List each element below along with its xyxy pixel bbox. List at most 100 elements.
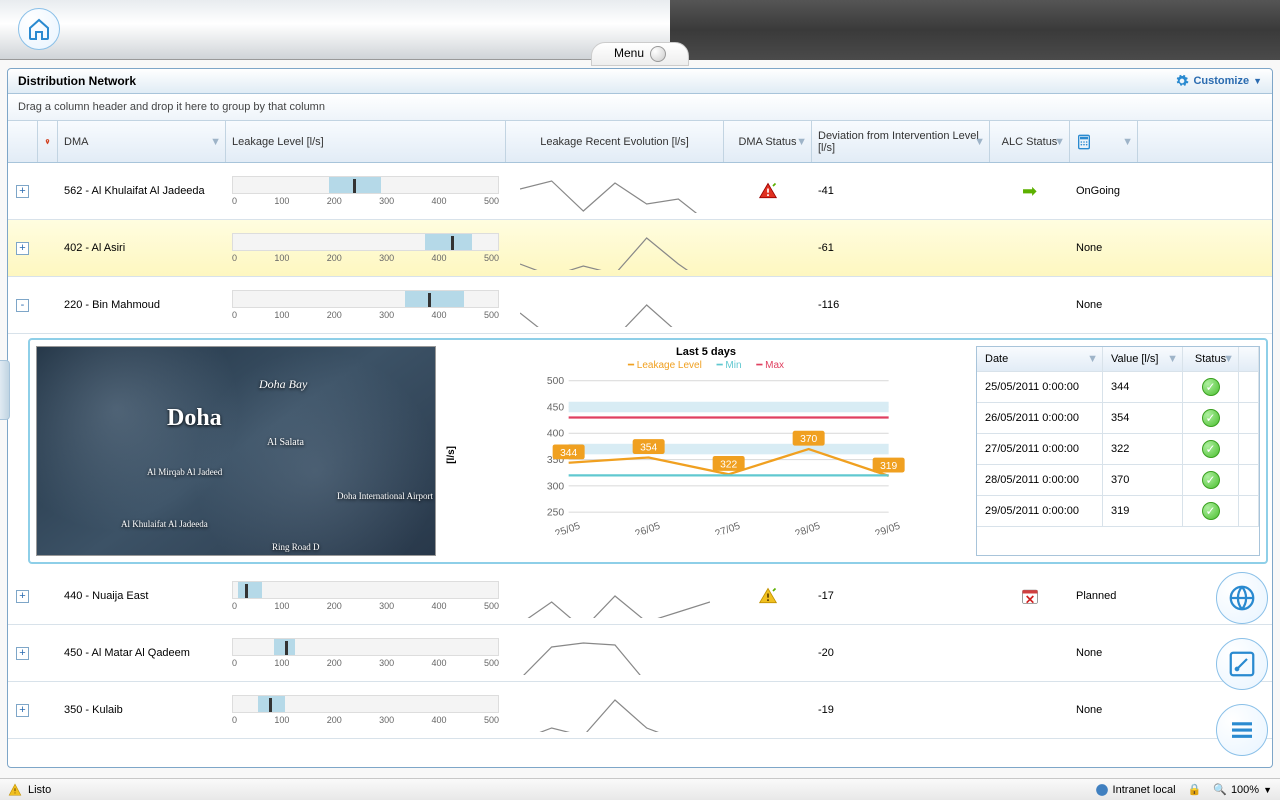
col-evolution[interactable]: Leakage Recent Evolution [l/s] — [506, 121, 724, 162]
detail-row[interactable]: 25/05/2011 0:00:00 344 ✓ — [977, 372, 1259, 403]
map-label: Doha Bay — [259, 377, 307, 392]
filter-icon[interactable]: ▼ — [1223, 353, 1234, 365]
leakage-gauge: 0100200300400500 — [232, 581, 499, 611]
status-text: None — [1070, 682, 1138, 738]
dt-value: 370 — [1103, 465, 1183, 495]
table-row[interactable]: + 440 - Nuaija East 0100200300400500 -17… — [8, 568, 1272, 625]
status-text: Listo — [28, 784, 51, 796]
sparkline — [520, 631, 710, 675]
home-button[interactable] — [18, 8, 60, 50]
expand-toggle[interactable]: - — [16, 299, 29, 312]
expand-toggle[interactable]: + — [16, 590, 29, 603]
map-label: Doha International Airport — [337, 491, 433, 501]
filter-icon[interactable]: ▼ — [1054, 136, 1065, 148]
map-label: Al Mirqab Al Jadeed — [147, 467, 222, 477]
dt-col-status[interactable]: Status▼ — [1183, 347, 1239, 371]
network-icon — [1095, 783, 1109, 797]
expand-toggle[interactable]: + — [16, 242, 29, 255]
table-row[interactable]: + 562 - Al Khulaifat Al Jadeeda 01002003… — [8, 163, 1272, 220]
alert-yellow-icon — [757, 586, 779, 606]
deviation-value: -17 — [812, 568, 990, 624]
svg-text:300: 300 — [547, 481, 564, 492]
zoom-dropdown[interactable]: ▼ — [1263, 785, 1272, 795]
svg-text:370: 370 — [800, 434, 817, 445]
filter-icon[interactable]: ▼ — [210, 136, 221, 148]
filter-icon[interactable]: ▼ — [1087, 353, 1098, 365]
map-label: Al Khulaifat Al Jadeeda — [121, 519, 208, 529]
col-leakage[interactable]: Leakage Level [l/s] — [226, 121, 506, 162]
svg-text:344: 344 — [560, 448, 577, 459]
globe-button[interactable] — [1216, 572, 1268, 624]
ok-icon: ✓ — [1202, 409, 1220, 427]
expand-toggle[interactable]: + — [16, 185, 29, 198]
dt-value: 322 — [1103, 434, 1183, 464]
svg-text:500: 500 — [547, 376, 564, 387]
svg-text:25/05: 25/05 — [554, 521, 582, 535]
svg-text:250: 250 — [547, 508, 564, 519]
dma-name: 562 - Al Khulaifat Al Jadeeda — [58, 163, 226, 219]
float-buttons — [1216, 572, 1268, 756]
dt-date: 27/05/2011 0:00:00 — [977, 434, 1103, 464]
dma-name: 402 - Al Asiri — [58, 220, 226, 276]
detail-row[interactable]: 29/05/2011 0:00:00 319 ✓ — [977, 496, 1259, 527]
filter-icon[interactable]: ▼ — [1122, 136, 1133, 148]
col-calc[interactable]: ▼ — [1070, 121, 1138, 162]
svg-text:26/05: 26/05 — [634, 521, 662, 535]
expand-toggle[interactable]: + — [16, 647, 29, 660]
col-deviation[interactable]: Deviation from Intervention Level [l/s]▼ — [812, 121, 990, 162]
ok-icon: ✓ — [1202, 378, 1220, 396]
chart-title: Last 5 days — [446, 346, 966, 358]
detail-panel: DohaDoha BayAl SalataAl Mirqab Al Jadeed… — [28, 338, 1268, 564]
table-row[interactable]: + 402 - Al Asiri 0100200300400500 -61 No… — [8, 220, 1272, 277]
edit-chart-button[interactable] — [1216, 638, 1268, 690]
home-icon — [27, 17, 51, 41]
dma-name: 440 - Nuaija East — [58, 568, 226, 624]
filter-icon[interactable]: ▼ — [974, 136, 985, 148]
zoom-icon[interactable]: 🔍 — [1213, 783, 1227, 796]
status-text: None — [1070, 220, 1138, 276]
grid-body: + 562 - Al Khulaifat Al Jadeeda 01002003… — [8, 163, 1272, 767]
dt-date: 29/05/2011 0:00:00 — [977, 496, 1103, 526]
dma-name: 450 - Al Matar Al Qadeem — [58, 625, 226, 681]
group-by-area[interactable]: Drag a column header and drop it here to… — [8, 94, 1272, 121]
deviation-value: -41 — [812, 163, 990, 219]
list-icon — [1227, 715, 1257, 745]
dma-name: 350 - Kulaib — [58, 682, 226, 738]
col-dma[interactable]: DMA▼ — [58, 121, 226, 162]
expand-toggle[interactable]: + — [16, 704, 29, 717]
list-button[interactable] — [1216, 704, 1268, 756]
detail-map[interactable]: DohaDoha BayAl SalataAl Mirqab Al Jadeed… — [36, 346, 436, 556]
detail-row[interactable]: 26/05/2011 0:00:00 354 ✓ — [977, 403, 1259, 434]
table-row[interactable]: - 220 - Bin Mahmoud 0100200300400500 -11… — [8, 277, 1272, 334]
menu-dropdown[interactable]: Menu — [591, 42, 689, 66]
deviation-value: -19 — [812, 682, 990, 738]
dt-col-value[interactable]: Value [l/s]▼ — [1103, 347, 1183, 371]
topbar-dark-segment — [670, 0, 1280, 60]
filter-icon[interactable]: ▼ — [1167, 353, 1178, 365]
sparkline — [520, 574, 710, 618]
top-bar: Menu — [0, 0, 1280, 60]
leakage-gauge: 0100200300400500 — [232, 638, 499, 668]
zoom-level: 100% — [1231, 784, 1259, 796]
svg-text:27/05: 27/05 — [714, 521, 742, 535]
col-alc-status[interactable]: ALC Status▼ — [990, 121, 1070, 162]
customize-button[interactable]: Customize ▼ — [1175, 74, 1262, 88]
status-text: None — [1070, 625, 1138, 681]
filter-icon[interactable]: ▼ — [796, 136, 807, 148]
status-text: Planned — [1070, 568, 1138, 624]
svg-text:400: 400 — [547, 429, 564, 440]
dt-date: 25/05/2011 0:00:00 — [977, 372, 1103, 402]
table-row[interactable]: + 450 - Al Matar Al Qadeem 0100200300400… — [8, 625, 1272, 682]
security-icon[interactable]: 🔒 — [1188, 783, 1202, 796]
chart-ylabel: [l/s] — [446, 446, 457, 464]
globe-icon — [1227, 583, 1257, 613]
col-dma-status[interactable]: DMA Status▼ — [724, 121, 812, 162]
detail-chart: Last 5 days ━ Leakage Level ━ Min ━ Max … — [446, 346, 966, 556]
dt-col-date[interactable]: Date▼ — [977, 347, 1103, 371]
panel-title: Distribution Network — [18, 74, 136, 88]
table-row[interactable]: + 350 - Kulaib 0100200300400500 -19 None — [8, 682, 1272, 739]
col-map-icon[interactable] — [38, 121, 58, 162]
detail-row[interactable]: 28/05/2011 0:00:00 370 ✓ — [977, 465, 1259, 496]
detail-row[interactable]: 27/05/2011 0:00:00 322 ✓ — [977, 434, 1259, 465]
distribution-panel: Distribution Network Customize ▼ Drag a … — [7, 68, 1273, 768]
